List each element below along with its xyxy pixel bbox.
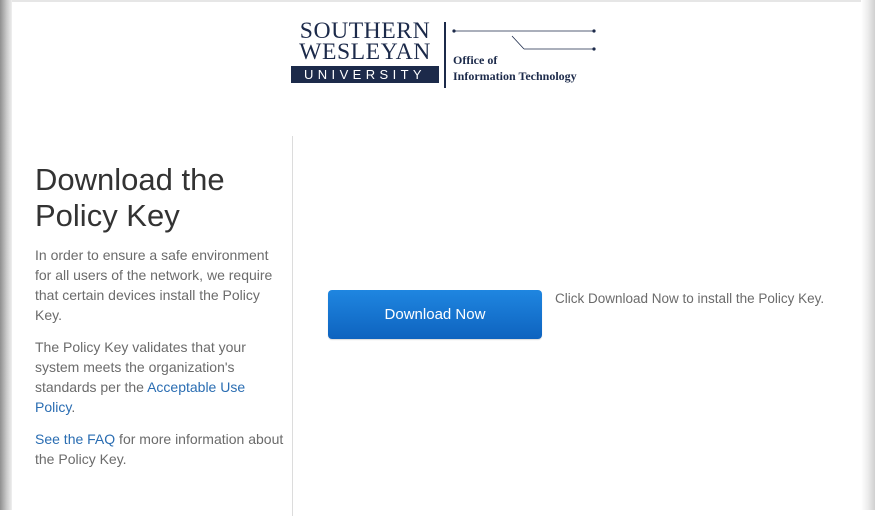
university-logo: SOUTHERN WESLEYAN UNIVERSITY Office of I… — [291, 18, 612, 88]
page-content: SOUTHERN WESLEYAN UNIVERSITY Office of I… — [12, 2, 861, 516]
office-of-text: Office of — [453, 53, 498, 67]
window-right-edge — [861, 0, 875, 510]
information-technology-text: Information Technology — [453, 69, 577, 83]
validation-text-end: . — [71, 399, 76, 415]
download-now-button[interactable]: Download Now — [328, 290, 542, 339]
page-title: Download the Policy Key — [35, 162, 225, 233]
logo-wordmark: SOUTHERN WESLEYAN UNIVERSITY — [291, 18, 439, 88]
logo-line-southern: SOUTHERN — [299, 18, 431, 43]
download-help-text: Click Download Now to install the Policy… — [555, 291, 825, 306]
window-left-edge — [0, 0, 12, 510]
intro-paragraph: In order to ensure a safe environment fo… — [35, 247, 273, 323]
logo-office-block: Office of Information Technology — [452, 20, 612, 88]
faq-paragraph: See the FAQ for more information about t… — [35, 429, 287, 469]
circuit-lines-icon — [452, 29, 596, 51]
info-column: Download the Policy Key In order to ensu… — [34, 136, 293, 516]
logo-line-university: UNIVERSITY — [291, 66, 439, 83]
logo-divider — [444, 22, 446, 88]
validation-paragraph: The Policy Key validates that your syste… — [35, 337, 287, 417]
logo-line-wesleyan: WESLEYAN — [299, 39, 431, 64]
faq-link[interactable]: See the FAQ — [35, 431, 115, 447]
